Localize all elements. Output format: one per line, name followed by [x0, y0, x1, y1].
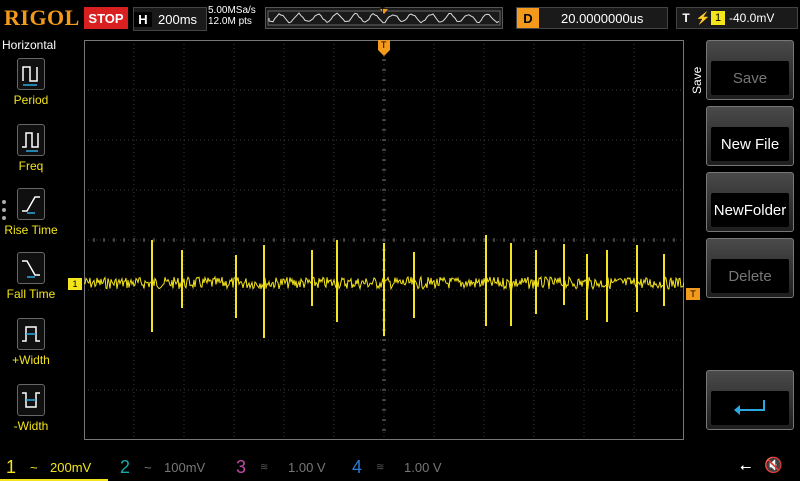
- channel-4-box[interactable]: 4 ≋ 1.00 V: [346, 455, 454, 479]
- measure-fall-time-button[interactable]: Fall Time: [0, 252, 62, 301]
- period-icon: [17, 58, 45, 90]
- channel-1-number: 1: [5, 456, 16, 477]
- trigger-source: 1: [711, 11, 725, 25]
- positive-width-icon: [17, 318, 45, 350]
- measure-freq-button[interactable]: Freq: [0, 124, 62, 173]
- channel-4-coupling-icon: ≋: [376, 461, 385, 473]
- new-file-softkey[interactable]: New File: [706, 106, 794, 166]
- channel-2-number: 2: [119, 456, 130, 477]
- channel-1-box[interactable]: 1 ~ 200mV: [0, 455, 108, 481]
- channel-2-scale: 100mV: [164, 459, 206, 475]
- delete-softkey[interactable]: Delete: [706, 238, 794, 298]
- usb-icon: ⭠: [740, 458, 752, 474]
- period-label: Period: [13, 93, 49, 107]
- channel-1-coupling: ~: [30, 459, 38, 475]
- save-softkey-label: Save: [711, 61, 789, 95]
- channel-3-coupling-icon: ≋: [260, 461, 269, 473]
- channel-1-offset-marker[interactable]: 1: [68, 278, 82, 290]
- measure-positive-width-button[interactable]: +Width: [0, 318, 62, 367]
- trigger-level-marker[interactable]: T: [686, 288, 700, 300]
- positive-width-label: +Width: [12, 353, 50, 367]
- horizontal-timebase-box[interactable]: H 200ms: [133, 7, 207, 31]
- rise-time-icon: [17, 188, 45, 220]
- menu-page-indicator: [2, 200, 6, 230]
- run-stop-status[interactable]: STOP: [84, 7, 128, 29]
- channel-4-scale: 1.00 V: [404, 459, 442, 475]
- delay-value: 20.0000000us: [561, 10, 644, 26]
- negative-width-icon: [17, 384, 45, 416]
- measure-menu-title: Horizontal: [2, 38, 57, 52]
- measure-rise-time-button[interactable]: Rise Time: [0, 188, 62, 237]
- delay-box[interactable]: D 20.0000000us: [516, 7, 668, 29]
- overview-trigger-label: T: [380, 6, 385, 15]
- rising-edge-icon: ⚡: [695, 11, 711, 25]
- sample-rate: 5.00MSa/s: [208, 5, 256, 16]
- channel-1-scale: 200mV: [50, 459, 92, 475]
- negative-width-label: -Width: [13, 419, 49, 433]
- channel-2-coupling: ~: [144, 459, 152, 475]
- trigger-position-label: T: [381, 40, 387, 50]
- rise-time-label: Rise Time: [4, 223, 58, 237]
- waveform-display-grid[interactable]: [84, 40, 684, 440]
- trigger-label: T: [682, 11, 690, 25]
- channel-3-box[interactable]: 3 ≋ 1.00 V: [230, 455, 338, 479]
- trigger-level: -40.0mV: [729, 11, 775, 25]
- new-folder-softkey[interactable]: NewFolder: [706, 172, 794, 232]
- delay-label: D: [517, 8, 539, 28]
- frequency-icon: [17, 124, 45, 156]
- return-softkey[interactable]: [706, 370, 794, 430]
- timebase-value: 200ms: [158, 11, 198, 27]
- acquisition-info: 5.00MSa/s 12.0M pts: [208, 5, 256, 27]
- trigger-position-marker[interactable]: T: [378, 40, 390, 56]
- return-arrow-icon: [711, 391, 789, 425]
- channel-2-box[interactable]: 2 ~ 100mV: [114, 455, 222, 479]
- horizontal-label: H: [134, 11, 152, 27]
- freq-label: Freq: [18, 159, 44, 173]
- measure-period-button[interactable]: Period: [0, 58, 62, 107]
- memory-depth: 12.0M pts: [208, 16, 252, 27]
- fall-time-icon: [17, 252, 45, 284]
- channel-4-number: 4: [351, 456, 362, 477]
- memory-overview-bar[interactable]: T: [265, 6, 503, 29]
- new-folder-softkey-label: NewFolder: [711, 193, 789, 227]
- channel-3-number: 3: [235, 456, 246, 477]
- save-menu-title: Save: [690, 66, 704, 94]
- fall-time-label: Fall Time: [6, 287, 56, 301]
- delete-softkey-label: Delete: [711, 259, 789, 293]
- speaker-muted-icon[interactable]: 🔇: [764, 456, 783, 474]
- new-file-softkey-label: New File: [711, 127, 789, 161]
- measure-negative-width-button[interactable]: -Width: [0, 384, 62, 433]
- channel-3-scale: 1.00 V: [288, 459, 326, 475]
- save-softkey[interactable]: Save: [706, 40, 794, 100]
- rigol-logo: RIGOL: [4, 5, 80, 30]
- trigger-box[interactable]: T ⚡ 1 -40.0mV: [676, 7, 798, 29]
